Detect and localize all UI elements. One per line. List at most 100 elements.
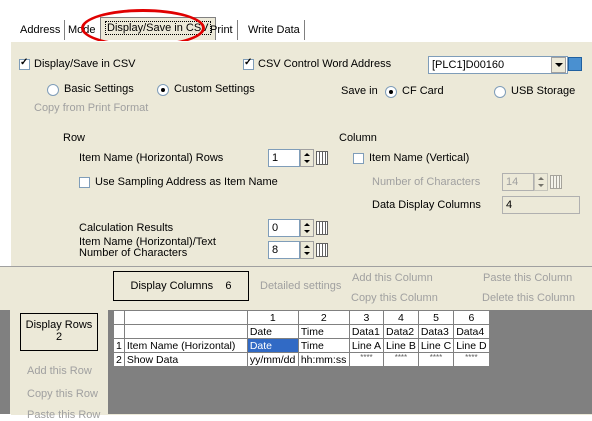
display-save-csv-checkbox[interactable] [19, 57, 30, 70]
col-header[interactable]: Date [246, 324, 299, 339]
corner-cell [113, 324, 125, 339]
text-chars-input[interactable]: 8 [268, 241, 300, 259]
address-value: [PLC1]D00160 [432, 59, 505, 71]
text-chars-value: 8 [272, 244, 279, 256]
delete-column-button[interactable]: Delete this Column [482, 292, 575, 304]
cf-card-radio[interactable] [385, 86, 397, 98]
calc-results-value: 0 [272, 222, 279, 234]
chevron-down-icon[interactable] [551, 57, 566, 73]
keypad-icon[interactable] [316, 221, 328, 235]
grid-cell[interactable]: **** [348, 352, 385, 367]
row-heading: Row [63, 132, 86, 144]
add-column-button[interactable]: Add this Column [352, 272, 433, 284]
grid-cell[interactable]: Line B [383, 338, 419, 353]
grid-cell[interactable]: **** [417, 352, 455, 367]
grid-cell[interactable]: yy/mm/dd [246, 352, 299, 367]
grid-cell[interactable]: Time [297, 338, 350, 353]
col-header[interactable]: Data3 [417, 324, 455, 339]
item-name-vertical-checkbox[interactable] [353, 153, 364, 164]
paste-column-button[interactable]: Paste this Column [483, 272, 572, 284]
col-number[interactable]: 1 [246, 310, 299, 325]
col-number[interactable]: 6 [453, 310, 490, 325]
col-number[interactable]: 4 [383, 310, 419, 325]
custom-settings-label: Custom Settings [174, 83, 255, 95]
item-name-rows-label: Item Name (Horizontal) Rows [79, 152, 224, 164]
row-label: Show Data [123, 352, 248, 367]
grid-cell-selected[interactable]: Date [246, 338, 299, 353]
keypad-icon[interactable] [316, 151, 328, 165]
tab-print[interactable]: Print [206, 20, 238, 40]
display-rows-button[interactable]: Display Rows 2 [20, 313, 98, 351]
address-combo[interactable]: [PLC1]D00160 [428, 56, 568, 74]
display-columns-button[interactable]: Display Columns 6 [113, 271, 249, 301]
col-number[interactable]: 5 [417, 310, 455, 325]
tab-address[interactable]: Address [16, 20, 66, 40]
table-row[interactable]: 1 Item Name (Horizontal) Date Time Line … [113, 338, 490, 353]
display-columns-value: 6 [225, 280, 232, 292]
use-sampling-checkbox[interactable] [79, 177, 90, 188]
data-display-cols-input[interactable]: 4 [502, 196, 580, 214]
data-display-cols-value: 4 [506, 199, 513, 211]
copy-row-button[interactable]: Copy this Row [27, 388, 98, 400]
grid-cell[interactable]: **** [383, 352, 419, 367]
table-row[interactable]: 2 Show Data yy/mm/dd hh:mm:ss **** **** … [113, 352, 490, 367]
grid-cell[interactable]: Line A [348, 338, 385, 353]
keypad-icon[interactable] [550, 175, 562, 189]
csv-control-word-label: CSV Control Word Address [258, 58, 392, 70]
display-rows-value: 2 [55, 331, 63, 343]
basic-settings-radio[interactable] [47, 84, 59, 96]
column-header-row: Date Time Data1 Data2 Data3 Data4 [113, 324, 490, 339]
corner-cell [123, 310, 248, 325]
custom-settings-radio[interactable] [157, 84, 169, 96]
display-columns-label: Display Columns [130, 280, 214, 292]
column-number-row: 1 2 3 4 5 6 [113, 310, 490, 325]
row-number: 2 [113, 352, 125, 367]
grid-cell[interactable]: Line D [453, 338, 490, 353]
num-chars-input[interactable]: 14 [502, 173, 534, 191]
item-name-rows-value: 1 [272, 152, 279, 164]
calc-results-input[interactable]: 0 [268, 219, 300, 237]
csv-control-word-checkbox[interactable] [243, 57, 254, 70]
display-save-csv-label: Display/Save in CSV [34, 58, 136, 70]
add-row-button[interactable]: Add this Row [27, 365, 92, 377]
item-name-rows-input[interactable]: 1 [268, 149, 300, 167]
copy-from-print-format-button[interactable]: Copy from Print Format [34, 102, 148, 114]
paste-row-button[interactable]: Paste this Row [27, 409, 100, 421]
text-chars-label-2: Number of Characters [79, 247, 188, 259]
calc-results-spinner[interactable] [300, 219, 314, 237]
item-name-vertical-label: Item Name (Vertical) [369, 152, 470, 164]
tab-write-data[interactable]: Write Data [244, 20, 305, 40]
csv-grid: 1 2 3 4 5 6 Date Time Data1 Data2 Data3 … [113, 310, 490, 367]
save-in-label: Save in [341, 85, 378, 97]
col-header[interactable]: Data1 [348, 324, 385, 339]
grid-cell[interactable]: hh:mm:ss [297, 352, 350, 367]
num-chars-spinner[interactable] [534, 173, 548, 191]
corner-cell [113, 310, 125, 325]
copy-column-button[interactable]: Copy this Column [351, 292, 438, 304]
col-header[interactable]: Time [297, 324, 350, 339]
grid-cell[interactable]: Line C [417, 338, 455, 353]
cf-card-label: CF Card [402, 85, 444, 97]
row-number: 1 [113, 338, 125, 353]
col-number[interactable]: 3 [348, 310, 385, 325]
item-name-rows-spinner[interactable] [300, 149, 314, 167]
corner-cell [123, 324, 248, 339]
col-header[interactable]: Data4 [453, 324, 490, 339]
keypad-icon[interactable] [316, 243, 328, 257]
text-chars-spinner[interactable] [300, 241, 314, 259]
col-number[interactable]: 2 [297, 310, 350, 325]
col-header[interactable]: Data2 [383, 324, 419, 339]
num-chars-value: 14 [506, 176, 519, 188]
usb-storage-label: USB Storage [511, 85, 576, 97]
use-sampling-label: Use Sampling Address as Item Name [95, 176, 278, 188]
row-label: Item Name (Horizontal) [123, 338, 248, 353]
data-display-cols-label: Data Display Columns [372, 199, 481, 211]
display-rows-label: Display Rows [25, 319, 93, 331]
column-heading: Column [339, 132, 377, 144]
address-input-icon[interactable] [568, 57, 582, 71]
grid-cell[interactable]: **** [453, 352, 490, 367]
num-chars-label: Number of Characters [372, 176, 481, 188]
detailed-settings-button[interactable]: Detailed settings [260, 280, 341, 292]
calc-results-label: Calculation Results [79, 222, 174, 234]
usb-storage-radio[interactable] [494, 86, 506, 98]
